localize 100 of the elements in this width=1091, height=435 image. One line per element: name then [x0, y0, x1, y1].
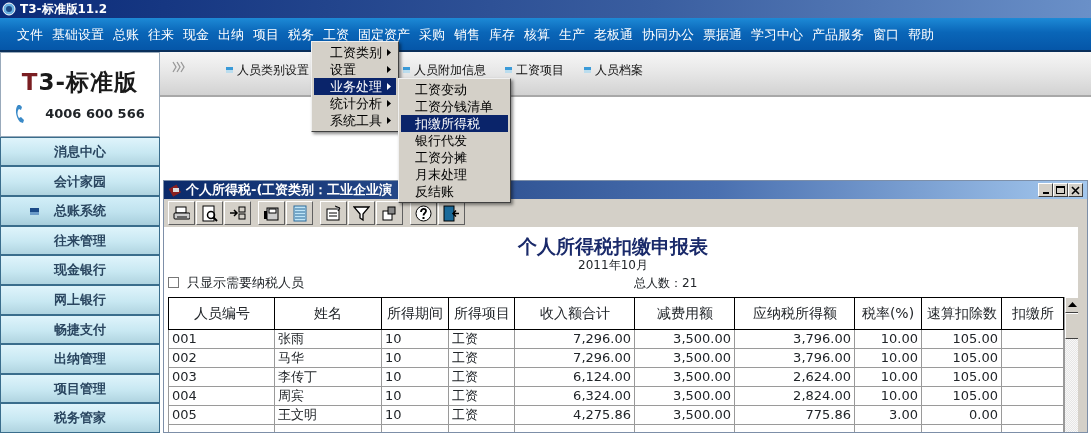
menu-item[interactable]: 票据通 [703, 18, 742, 50]
column-header[interactable]: 所得期间 [381, 297, 449, 329]
export-icon [229, 204, 246, 222]
exit-button[interactable] [438, 201, 465, 225]
table-cell: 10 [381, 329, 449, 348]
table-cell: 775.86 [734, 405, 855, 424]
column-header[interactable]: 应纳税所得额 [734, 297, 855, 329]
menu-item[interactable]: 销售 [454, 18, 480, 50]
menu-item[interactable]: 老板通 [594, 18, 633, 50]
column-header[interactable]: 姓名 [274, 297, 382, 329]
link[interactable]: 人员附加信息 [414, 61, 486, 79]
menu-item[interactable]: 总账 [113, 18, 139, 50]
table-cell: 3,500.00 [634, 405, 735, 424]
column-header[interactable]: 所得项目 [448, 297, 515, 329]
sidebar-item[interactable]: 项目管理 [0, 373, 160, 404]
menu-item[interactable]: 往来 [148, 18, 174, 50]
sidebar-item[interactable]: 出纳管理 [0, 344, 160, 374]
window-title: T3-标准版11.2 [20, 1, 108, 18]
phone-number: 4006 600 566 [45, 104, 145, 123]
menu-item[interactable]: 产品服务 [812, 18, 864, 50]
menu-item[interactable]: 工资变动 [401, 81, 508, 98]
table-cell: 002 [168, 348, 275, 367]
bullet-icon [226, 67, 233, 73]
window-title: 个人所得税-(工资类别：工业企业演 [186, 181, 393, 200]
table-cell: 005 [168, 405, 275, 424]
menu-item[interactable]: 工资分钱清单 [401, 98, 508, 115]
table-cell: 0.00 [921, 405, 1002, 424]
minimize-button[interactable] [1038, 183, 1053, 197]
locate-button[interactable] [376, 201, 403, 225]
print-button[interactable] [168, 201, 195, 225]
menu-item[interactable]: 反结账 [401, 183, 508, 200]
link[interactable]: 人员类别设置 [237, 61, 309, 79]
sidebar-item[interactable]: 会计家园 [0, 166, 160, 197]
scrollbar-thumb[interactable] [1065, 312, 1078, 339]
menu-item[interactable]: 帮助 [908, 18, 934, 50]
preview-icon [201, 204, 218, 222]
properties-button[interactable] [320, 201, 347, 225]
menu-item[interactable]: 采购 [419, 18, 445, 50]
scrollbar[interactable] [1064, 296, 1078, 432]
sidebar-item[interactable]: 网上银行 [0, 284, 160, 315]
menu-item[interactable]: 扣缴所得税 [401, 115, 508, 132]
menu-item[interactable]: 协同办公 [642, 18, 694, 50]
sidebar-item[interactable]: 现金银行 [0, 255, 160, 285]
menu-item[interactable]: 项目 [253, 18, 279, 50]
table-cell: 3,500.00 [634, 386, 735, 405]
menu-item[interactable]: 现金 [183, 18, 209, 50]
menu-item[interactable]: 生产 [559, 18, 585, 50]
save-button[interactable] [258, 201, 285, 225]
link[interactable]: 人员档案 [595, 61, 643, 79]
list-button[interactable] [286, 201, 313, 225]
column-header[interactable]: 税率(%) [854, 297, 922, 329]
menu-item[interactable]: 学习中心 [751, 18, 803, 50]
help-icon [415, 204, 432, 222]
help-button[interactable] [410, 201, 437, 225]
menu-item[interactable]: 核算 [524, 18, 550, 50]
sidebar-item[interactable]: 畅捷支付 [0, 314, 160, 345]
menu-item[interactable]: 工资类别 [314, 44, 396, 61]
table-cell: 10.00 [854, 329, 922, 348]
preview-button[interactable] [196, 201, 223, 225]
bullet-icon [505, 67, 512, 73]
column-header[interactable]: 速算扣除数 [921, 297, 1002, 329]
column-header[interactable]: 减费用额 [634, 297, 735, 329]
column-header[interactable]: 人员编号 [168, 297, 275, 329]
table-cell: 10.00 [854, 367, 922, 386]
sidebar-item[interactable]: 消息中心 [0, 136, 160, 167]
menu-item[interactable]: 设置 [314, 61, 396, 78]
scroll-up-button[interactable] [1065, 296, 1078, 313]
save-icon [263, 204, 280, 222]
table-cell: 3,500.00 [634, 329, 735, 348]
menu-item[interactable]: 业务处理 [314, 78, 396, 95]
menu-item[interactable]: 工资分摊 [401, 149, 508, 166]
bullet-icon [584, 67, 591, 73]
table-cell: 105.00 [921, 386, 1002, 405]
column-header[interactable]: 扣缴所 [1001, 297, 1064, 329]
sidebar-item[interactable]: 总账系统 [0, 196, 160, 226]
menu-item[interactable]: 库存 [489, 18, 515, 50]
table-cell: 10 [381, 386, 449, 405]
menu-item[interactable]: 基础设置 [52, 18, 104, 50]
bullet-icon [403, 67, 410, 73]
menu-item[interactable]: 窗口 [873, 18, 899, 50]
sidebar-item[interactable]: 税务管家 [0, 403, 160, 433]
menu-item[interactable]: 税务 [288, 18, 314, 50]
properties-icon [325, 204, 342, 222]
menu-item[interactable]: 系统工具 [314, 112, 396, 129]
filter-button[interactable] [348, 201, 375, 225]
checkbox[interactable] [168, 277, 179, 289]
menu-item[interactable]: 出纳 [218, 18, 244, 50]
logo-text: T3-标准版 [21, 68, 139, 98]
menu-item[interactable]: 月末处理 [401, 166, 508, 183]
menu-item[interactable]: 文件 [17, 18, 43, 50]
menu-item[interactable]: 银行代发 [401, 132, 508, 149]
maximize-button[interactable] [1053, 183, 1068, 197]
menu-item[interactable]: 统计分析 [314, 95, 396, 112]
report-title: 个人所得税扣缴申报表 [517, 235, 709, 257]
close-button[interactable] [1068, 183, 1083, 197]
link[interactable]: 工资项目 [516, 61, 564, 79]
column-header[interactable]: 收入额合计 [514, 297, 635, 329]
sidebar-item[interactable]: 往来管理 [0, 225, 160, 256]
export-button[interactable] [224, 201, 251, 225]
table-cell: 王文明 [274, 405, 382, 424]
